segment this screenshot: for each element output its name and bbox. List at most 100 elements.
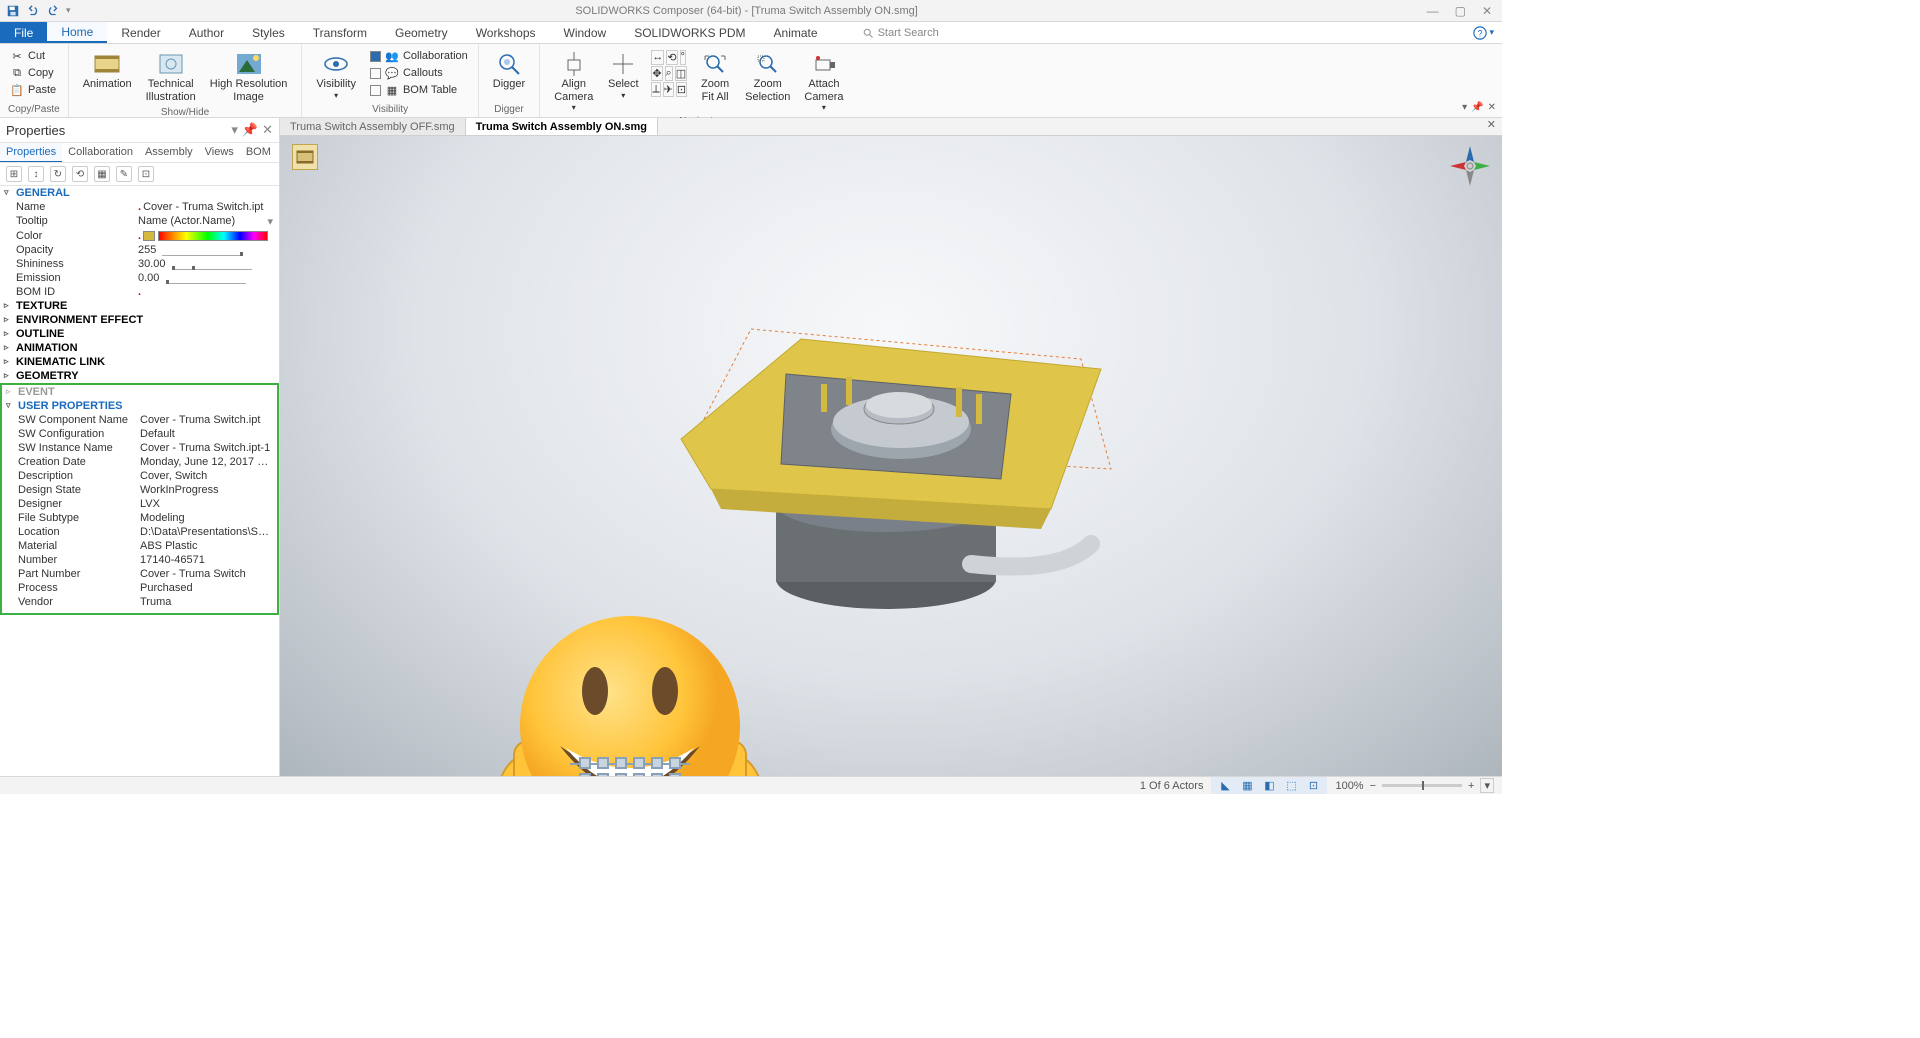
undo-icon[interactable] — [26, 4, 40, 18]
tab-workshops[interactable]: Workshops — [462, 22, 550, 43]
panel-pin-icon[interactable]: 📌 — [1471, 102, 1483, 113]
zoom-dropdown-icon[interactable]: ▾ — [1480, 778, 1494, 793]
tab-geometry[interactable]: Geometry — [381, 22, 462, 43]
file-tab[interactable]: File — [0, 22, 47, 43]
viewport-3d[interactable] — [280, 136, 1502, 776]
tab-author[interactable]: Author — [175, 22, 238, 43]
prop-row[interactable]: LocationD:\Data\Presentations\SOLIDW... — [2, 525, 277, 539]
zoom-in-icon[interactable]: + — [1468, 780, 1474, 792]
nav-icon[interactable]: ⌕ — [665, 66, 673, 81]
doc-tab-on[interactable]: Truma Switch Assembly ON.smg — [466, 118, 658, 135]
nav-icon[interactable]: ✈ — [663, 82, 674, 97]
zoom-fit-all-button[interactable]: Zoom Fit All — [693, 48, 737, 105]
qat-dropdown-icon[interactable]: ▾ — [66, 5, 71, 16]
prop-row[interactable]: VendorTruma — [2, 595, 277, 609]
section-user-properties[interactable]: USER PROPERTIES — [2, 399, 277, 413]
panel-tab-properties[interactable]: Properties — [0, 143, 62, 162]
prop-row[interactable]: DescriptionCover, Switch — [2, 469, 277, 483]
select-button[interactable]: Select▾ — [601, 48, 645, 102]
panel-dropdown-icon[interactable]: ▾ — [1462, 102, 1467, 113]
nav-icon[interactable]: ↔ — [651, 50, 664, 65]
prop-row[interactable]: DesignerLVX — [2, 497, 277, 511]
prop-row[interactable]: Design StateWorkInProgress — [2, 483, 277, 497]
panel-pin-icon[interactable]: 📌 — [242, 122, 258, 138]
toolbar-icon[interactable]: ⊞ — [6, 166, 22, 182]
panel-tab-assembly[interactable]: Assembly — [139, 143, 199, 162]
panel-tab-views[interactable]: Views — [199, 143, 240, 162]
status-icon[interactable]: ⬚ — [1283, 779, 1299, 793]
toolbar-icon[interactable]: ↻ — [50, 166, 66, 182]
align-camera-button[interactable]: Align Camera▾ — [548, 48, 599, 114]
prop-row-emission[interactable]: Emission0.00 — [0, 271, 279, 285]
callouts-toggle[interactable]: 💬Callouts — [368, 65, 470, 81]
prop-row[interactable]: File SubtypeModeling — [2, 511, 277, 525]
prop-row[interactable]: Creation DateMonday, June 12, 2017 18 00… — [2, 455, 277, 469]
high-resolution-image-button[interactable]: High Resolution Image — [204, 48, 294, 105]
panel-close-icon[interactable]: ✕ — [262, 122, 273, 138]
prop-row[interactable]: MaterialABS Plastic — [2, 539, 277, 553]
toolbar-icon[interactable]: ↕ — [28, 166, 44, 182]
prop-row-shininess[interactable]: Shininess30.00 — [0, 257, 279, 271]
collaboration-toggle[interactable]: 👥Collaboration — [368, 48, 470, 64]
panel-tab-collaboration[interactable]: Collaboration — [62, 143, 139, 162]
nav-icon[interactable]: ⟲ — [666, 50, 677, 65]
section-event[interactable]: EVENT — [2, 385, 277, 399]
visibility-button[interactable]: Visibility▾ — [310, 48, 362, 102]
animation-button[interactable]: Animation — [77, 48, 138, 93]
status-icon[interactable]: ◧ — [1261, 779, 1277, 793]
cut-button[interactable]: ✂Cut — [8, 48, 60, 64]
digger-button[interactable]: Digger — [487, 48, 531, 93]
tab-transform[interactable]: Transform — [299, 22, 381, 43]
prop-row-color[interactable]: Color. — [0, 229, 279, 243]
nav-icon[interactable]: ◫ — [675, 66, 687, 81]
minimize-button[interactable]: — — [1427, 4, 1439, 18]
prop-row[interactable]: SW ConfigurationDefault — [2, 427, 277, 441]
tab-styles[interactable]: Styles — [238, 22, 299, 43]
panel-tab-bom[interactable]: BOM — [240, 143, 277, 162]
zoom-out-icon[interactable]: − — [1370, 780, 1376, 792]
status-icon[interactable]: ⊡ — [1305, 779, 1321, 793]
tab-pdm[interactable]: SOLIDWORKS PDM — [620, 22, 759, 43]
doc-tab-close-icon[interactable]: ✕ — [1481, 118, 1502, 135]
prop-row-opacity[interactable]: Opacity255 — [0, 243, 279, 257]
toolbar-icon[interactable]: ⊡ — [138, 166, 154, 182]
panel-close-icon[interactable]: ✕ — [1488, 102, 1496, 113]
tab-animate[interactable]: Animate — [760, 22, 832, 43]
prop-row[interactable]: SW Instance NameCover - Truma Switch.ipt… — [2, 441, 277, 455]
prop-row-tooltip[interactable]: TooltipName (Actor.Name) ▾ — [0, 214, 279, 229]
timeline-icon[interactable] — [292, 144, 318, 170]
prop-row[interactable]: Part NumberCover - Truma Switch — [2, 567, 277, 581]
section-geometry[interactable]: GEOMETRY — [0, 369, 279, 383]
attach-camera-button[interactable]: Attach Camera▾ — [798, 48, 849, 114]
nav-icon[interactable]: ⊡ — [676, 82, 687, 97]
toolbar-icon[interactable]: ▦ — [94, 166, 110, 182]
zoom-selection-button[interactable]: Zoom Selection — [739, 48, 796, 105]
toolbar-icon[interactable]: ✎ — [116, 166, 132, 182]
view-compass[interactable] — [1446, 142, 1494, 190]
toolbar-icon[interactable]: ⟲ — [72, 166, 88, 182]
tab-window[interactable]: Window — [550, 22, 621, 43]
nav-icon[interactable]: ⟂ — [651, 82, 660, 97]
prop-row[interactable]: ProcessPurchased — [2, 581, 277, 595]
section-animation[interactable]: ANIMATION — [0, 341, 279, 355]
zoom-slider[interactable] — [1382, 784, 1462, 787]
redo-icon[interactable] — [46, 4, 60, 18]
section-outline[interactable]: OUTLINE — [0, 327, 279, 341]
tab-render[interactable]: Render — [107, 22, 174, 43]
help-menu[interactable]: ? ▾ — [1465, 22, 1502, 43]
section-kinematic[interactable]: KINEMATIC LINK — [0, 355, 279, 369]
status-icon[interactable]: ◣ — [1217, 779, 1233, 793]
bom-table-toggle[interactable]: ▦BOM Table — [368, 82, 470, 98]
copy-button[interactable]: ⧉Copy — [8, 65, 60, 81]
technical-illustration-button[interactable]: Technical Illustration — [140, 48, 202, 105]
prop-row-name[interactable]: Name.Cover - Truma Switch.ipt — [0, 200, 279, 214]
prop-row[interactable]: Number17140-46571 — [2, 553, 277, 567]
close-button[interactable]: ✕ — [1482, 4, 1492, 18]
search-area[interactable]: Start Search — [862, 22, 939, 43]
paste-button[interactable]: 📋Paste — [8, 82, 60, 98]
section-texture[interactable]: TEXTURE — [0, 299, 279, 313]
nav-icon[interactable]: ° — [680, 50, 686, 65]
maximize-button[interactable]: ▢ — [1455, 4, 1466, 18]
save-icon[interactable] — [6, 4, 20, 18]
status-icon[interactable]: ▦ — [1239, 779, 1255, 793]
